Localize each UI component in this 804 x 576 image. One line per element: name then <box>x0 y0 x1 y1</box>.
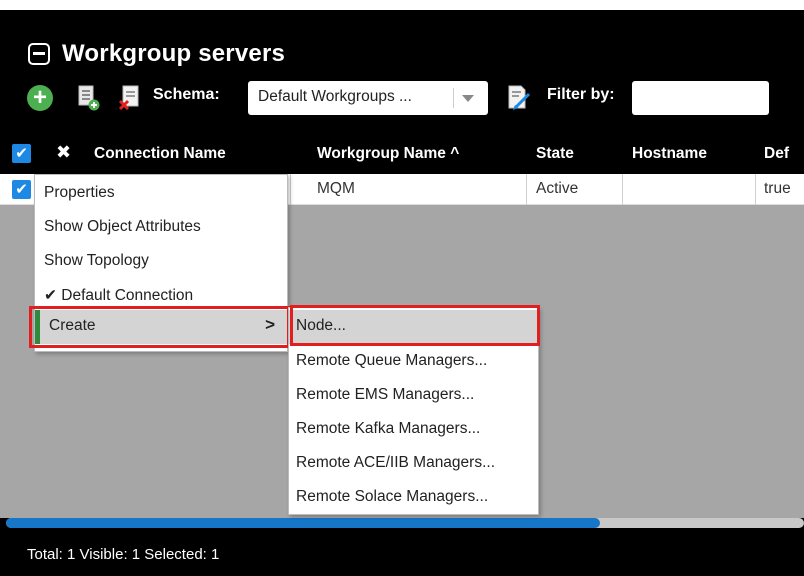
panel-header: Workgroup servers <box>28 40 285 68</box>
delete-server-icon[interactable] <box>118 84 142 112</box>
submenu-item-remote-kafka-managers[interactable]: Remote Kafka Managers... <box>289 413 538 447</box>
cell-default: true <box>764 180 791 197</box>
add-icon[interactable]: + <box>27 85 53 111</box>
row-checkbox[interactable]: ✔ <box>12 180 31 199</box>
column-divider <box>290 174 291 205</box>
schema-dropdown[interactable]: Default Workgroups ... <box>248 81 488 115</box>
status-bar: Total: 1 Visible: 1 Selected: 1 <box>0 536 804 576</box>
dropdown-separator <box>453 88 454 108</box>
column-divider <box>755 174 756 205</box>
horizontal-scrollbar[interactable] <box>6 518 804 528</box>
select-all-checkbox[interactable]: ✔ <box>12 144 31 163</box>
column-divider <box>622 174 623 205</box>
cell-workgroup-name: MQM <box>317 180 355 197</box>
submenu-item-remote-ems-managers[interactable]: Remote EMS Managers... <box>289 379 538 413</box>
schema-label: Schema: <box>153 86 220 103</box>
column-header-default[interactable]: Def <box>764 145 789 163</box>
add-server-icon[interactable] <box>76 84 100 112</box>
highlight-create-box <box>29 306 290 348</box>
cell-state: Active <box>536 180 579 197</box>
filter-label: Filter by: <box>547 86 615 103</box>
submenu-item-remote-ace-iib-managers[interactable]: Remote ACE/IIB Managers... <box>289 447 538 481</box>
filter-input[interactable] <box>632 81 769 115</box>
menu-item-show-topology[interactable]: Show Topology <box>35 245 287 279</box>
column-header-hostname[interactable]: Hostname <box>632 145 707 163</box>
menu-item-properties[interactable]: Properties <box>35 177 287 211</box>
close-icon[interactable]: ✖ <box>56 142 71 163</box>
toolbar: + Schema: Default Workgroups ... Filter … <box>27 80 804 115</box>
edit-filter-icon[interactable] <box>505 84 531 112</box>
submenu-item-remote-queue-managers[interactable]: Remote Queue Managers... <box>289 345 538 379</box>
column-header-connection-name[interactable]: Connection Name <box>94 145 226 163</box>
column-divider <box>526 174 527 205</box>
submenu-item-remote-solace-managers[interactable]: Remote Solace Managers... <box>289 481 538 515</box>
collapse-icon[interactable] <box>28 43 50 65</box>
highlight-node-box <box>290 305 540 346</box>
status-text: Total: 1 Visible: 1 Selected: 1 <box>27 546 220 563</box>
panel-title: Workgroup servers <box>62 40 286 67</box>
scrollbar-thumb[interactable] <box>6 518 600 528</box>
schema-dropdown-value: Default Workgroups ... <box>258 88 412 105</box>
table-header: ✔ ✖ Connection Name Workgroup Name ^ Sta… <box>0 134 804 174</box>
menu-item-show-object-attributes[interactable]: Show Object Attributes <box>35 211 287 245</box>
chevron-down-icon[interactable] <box>462 95 474 102</box>
column-header-state[interactable]: State <box>536 145 574 163</box>
column-header-workgroup-name[interactable]: Workgroup Name ^ <box>317 145 459 163</box>
